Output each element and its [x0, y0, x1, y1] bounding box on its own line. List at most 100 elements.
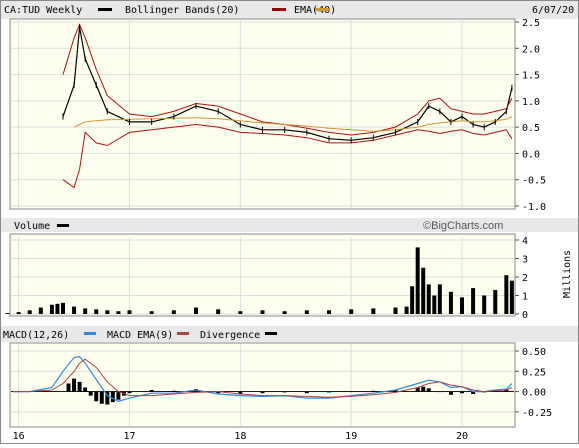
- volume-bar: [504, 275, 509, 314]
- volume-legend-swatch: [57, 224, 69, 227]
- divergence-bar: [421, 386, 426, 392]
- y-tick-label: 0.5: [522, 123, 540, 134]
- divergence-bar: [94, 391, 99, 402]
- divergence-bar: [77, 381, 82, 392]
- y-tick-label: -0.5: [522, 176, 546, 187]
- divergence-legend-label: Divergence: [200, 330, 260, 341]
- y-tick-label: 0: [522, 310, 528, 321]
- divergence-bar: [88, 391, 93, 396]
- watermark: ©BigCharts.com: [423, 220, 503, 232]
- price-plot-area: [9, 18, 516, 210]
- bollinger-legend-label: Bollinger Bands(20): [125, 5, 239, 16]
- y-tick-label: -0.25: [522, 408, 552, 419]
- y-tick-label: -1.0: [522, 202, 546, 213]
- volume-bar: [471, 288, 476, 314]
- y-tick-label: 1.0: [522, 97, 540, 108]
- macd-ema-legend-swatch: [177, 332, 189, 335]
- divergence-bar: [260, 391, 265, 394]
- x-tick-label: 19: [345, 431, 357, 442]
- divergence-bar: [327, 391, 332, 393]
- volume-bar: [171, 310, 176, 314]
- volume-bar: [27, 310, 32, 314]
- y-tick-label: 0.50: [522, 347, 546, 358]
- y-tick-label: 1.5: [522, 71, 540, 82]
- y-tick-label: 3: [522, 255, 528, 266]
- divergence-bar: [426, 388, 431, 392]
- ema-legend-swatch: [315, 8, 329, 11]
- y-tick-label: 0.00: [522, 388, 546, 399]
- volume-bar: [38, 307, 43, 314]
- divergence-bar: [83, 387, 88, 392]
- y-tick-label: 1: [522, 292, 528, 303]
- volume-bar: [448, 291, 453, 314]
- volume-bar: [5, 313, 10, 314]
- volume-bar: [426, 284, 431, 314]
- volume-bar: [72, 306, 77, 314]
- divergence-bar: [110, 391, 115, 403]
- volume-label: Volume: [14, 221, 50, 232]
- volume-bar: [349, 309, 354, 314]
- y-tick-label: 2: [522, 273, 528, 284]
- divergence-bar: [371, 390, 376, 392]
- bollinger-legend-swatch: [272, 8, 286, 11]
- divergence-bar: [72, 378, 77, 392]
- volume-bar: [60, 302, 65, 314]
- volume-bar: [193, 307, 198, 314]
- volume-bar: [304, 310, 309, 314]
- divergence-bar: [349, 391, 354, 393]
- volume-bar: [509, 280, 514, 314]
- volume-unit-label: Millions: [562, 250, 573, 298]
- y-tick-label: 0.0: [522, 149, 540, 160]
- divergence-bar: [116, 391, 121, 400]
- y-tick-label: 0.25: [522, 367, 546, 378]
- y-tick-label: 2.5: [522, 18, 540, 29]
- volume-bar: [482, 295, 487, 314]
- volume-bar: [421, 267, 426, 314]
- volume-bar: [260, 310, 265, 314]
- x-tick-label: 20: [456, 431, 468, 442]
- y-tick-label: 2.0: [522, 44, 540, 55]
- volume-bar: [94, 309, 99, 314]
- x-tick-label: 16: [13, 431, 25, 442]
- divergence-bar: [171, 390, 176, 392]
- volume-bar: [371, 308, 376, 314]
- volume-bar: [393, 307, 398, 314]
- volume-bar: [437, 284, 442, 314]
- volume-bar: [83, 308, 88, 314]
- stock-chart: CA:TUD Weekly Bollinger Bands(20) EMA(40…: [0, 0, 579, 444]
- macd-legend-swatch: [84, 332, 96, 335]
- divergence-legend-swatch: [265, 332, 277, 335]
- divergence-bar: [448, 391, 453, 395]
- macd-ema-legend-label: MACD EMA(9): [107, 330, 173, 341]
- macd-legend-label: MACD(12,26): [3, 330, 69, 341]
- divergence-bar: [127, 391, 132, 394]
- volume-bar: [127, 310, 132, 314]
- divergence-bar: [66, 383, 71, 392]
- divergence-bar: [149, 389, 154, 392]
- volume-bar: [410, 286, 415, 314]
- volume-bar: [432, 295, 437, 314]
- volume-bar: [282, 311, 287, 314]
- volume-bar: [493, 289, 498, 314]
- date-label: 6/07/20: [532, 5, 574, 16]
- chart-stage: CA:TUD Weekly Bollinger Bands(20) EMA(40…: [0, 0, 579, 444]
- volume-bar: [16, 312, 21, 314]
- volume-bar: [460, 297, 465, 314]
- volume-bar: [415, 247, 420, 314]
- divergence-bar: [304, 391, 309, 394]
- symbol-label: CA:TUD Weekly: [4, 5, 82, 16]
- volume-bar: [116, 311, 121, 314]
- volume-bar: [238, 311, 243, 314]
- symbol-legend-swatch: [98, 8, 112, 11]
- x-tick-label: 18: [234, 431, 246, 442]
- macd-plot-area: [9, 342, 516, 428]
- volume-bar: [327, 310, 332, 314]
- divergence-bar: [99, 391, 104, 404]
- volume-bar: [149, 311, 154, 314]
- divergence-bar: [282, 391, 287, 393]
- volume-bar: [55, 303, 60, 314]
- divergence-bar: [460, 391, 465, 394]
- volume-bar: [49, 304, 54, 314]
- price-header-bar: [1, 1, 578, 19]
- y-tick-label: 4: [522, 236, 528, 247]
